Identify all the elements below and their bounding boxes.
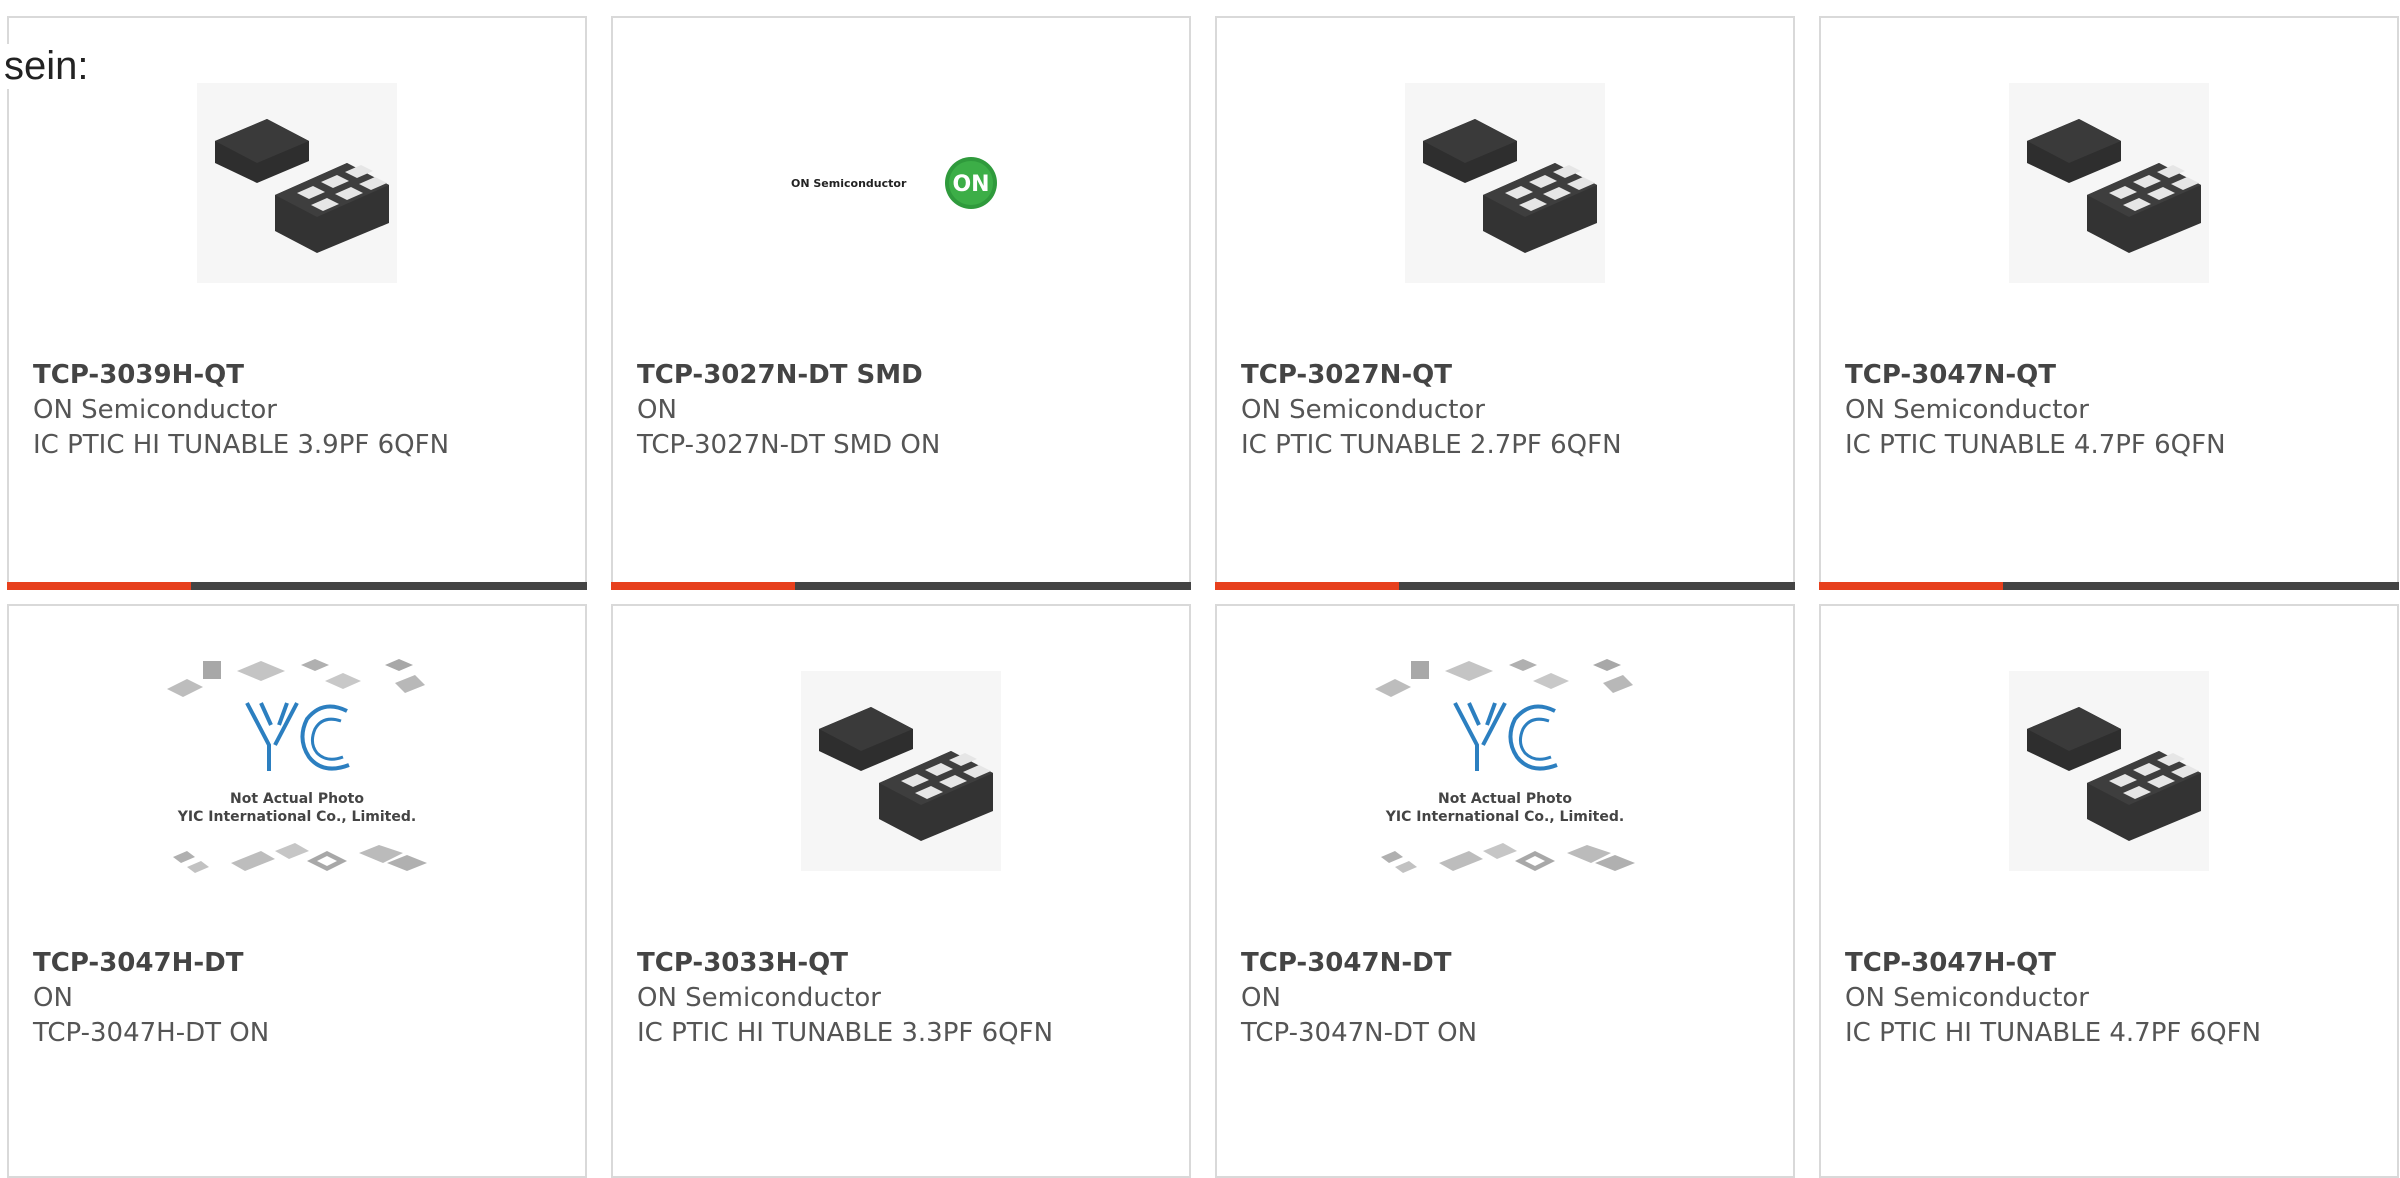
qfn-chip-icon (197, 83, 397, 283)
product-image[interactable] (1821, 78, 2397, 288)
product-image[interactable]: Not Actual Photo YIC International Co., … (9, 659, 585, 876)
product-info: TCP-3039H-QT ON Semiconductor IC PTIC HI… (33, 358, 573, 463)
product-manufacturer: ON (637, 395, 677, 425)
product-description: IC PTIC TUNABLE 4.7PF 6QFN (1845, 430, 2226, 460)
card-bar-accent (1819, 582, 2003, 590)
product-card[interactable]: Not Actual Photo YIC International Co., … (7, 604, 587, 1178)
product-card[interactable]: TCP-3047H-QT ON Semiconductor IC PTIC HI… (1819, 604, 2399, 1178)
product-card[interactable]: TCP-3027N-QT ON Semiconductor IC PTIC TU… (1215, 16, 1795, 590)
product-description: IC PTIC HI TUNABLE 3.9PF 6QFN (33, 430, 450, 460)
card-progress-bar (1215, 582, 1795, 590)
product-info: TCP-3047H-QT ON Semiconductor IC PTIC HI… (1845, 946, 2385, 1051)
card-bar-accent (1215, 582, 1399, 590)
product-manufacturer: ON Semiconductor (1241, 395, 1485, 425)
placeholder-line2: YIC International Co., Limited. (1385, 809, 1624, 825)
product-part-number[interactable]: TCP-3047H-QT (1845, 946, 2385, 981)
card-progress-bar (7, 582, 587, 590)
product-part-number[interactable]: TCP-3047N-QT (1845, 358, 2385, 393)
product-description: IC PTIC HI TUNABLE 3.3PF 6QFN (637, 1018, 1054, 1048)
product-card[interactable]: TCP-3033H-QT ON Semiconductor IC PTIC HI… (611, 604, 1191, 1178)
product-info: TCP-3047N-DT ON TCP-3047N-DT ON (1241, 946, 1781, 1051)
product-card[interactable]: Not Actual Photo YIC International Co., … (1215, 604, 1795, 1178)
product-image[interactable] (9, 78, 585, 288)
qfn-chip-icon (2009, 83, 2209, 283)
product-image[interactable] (1821, 666, 2397, 876)
product-part-number[interactable]: TCP-3039H-QT (33, 358, 573, 393)
card-progress-bar (611, 582, 1191, 590)
placeholder-line1: Not Actual Photo (230, 791, 364, 807)
product-image[interactable]: Not Actual Photo YIC International Co., … (1217, 659, 1793, 876)
product-card[interactable]: TCP-3047N-QT ON Semiconductor IC PTIC TU… (1819, 16, 2399, 590)
product-info: TCP-3027N-QT ON Semiconductor IC PTIC TU… (1241, 358, 1781, 463)
product-card[interactable]: TCP-3039H-QT ON Semiconductor IC PTIC HI… (7, 16, 587, 590)
qfn-chip-icon (1405, 83, 1605, 283)
product-image[interactable] (1217, 78, 1793, 288)
product-description: IC PTIC HI TUNABLE 4.7PF 6QFN (1845, 1018, 2262, 1048)
intro-text: sein: (0, 44, 97, 89)
placeholder-photo-icon: Not Actual Photo YIC International Co., … (167, 659, 427, 873)
product-part-number[interactable]: TCP-3033H-QT (637, 946, 1177, 981)
qfn-chip-icon (2009, 671, 2209, 871)
product-part-number[interactable]: TCP-3047H-DT (33, 946, 573, 981)
product-grid: TCP-3039H-QT ON Semiconductor IC PTIC HI… (7, 16, 2399, 1178)
product-manufacturer: ON Semiconductor (637, 983, 881, 1013)
logo-text: ON Semiconductor (791, 177, 907, 190)
product-info: TCP-3027N-DT SMD ON TCP-3027N-DT SMD ON (637, 358, 1177, 463)
product-image[interactable]: ON Semiconductor ON (613, 78, 1189, 288)
product-manufacturer: ON Semiconductor (33, 395, 277, 425)
product-image[interactable] (613, 666, 1189, 876)
product-info: TCP-3047H-DT ON TCP-3047H-DT ON (33, 946, 573, 1051)
on-semiconductor-logo-icon: ON Semiconductor ON (791, 157, 997, 209)
card-progress-bar (1819, 582, 2399, 590)
product-manufacturer: ON (33, 983, 73, 1013)
card-bar-accent (7, 582, 191, 590)
product-info: TCP-3033H-QT ON Semiconductor IC PTIC HI… (637, 946, 1177, 1051)
product-description: TCP-3047H-DT ON (33, 1018, 270, 1048)
product-manufacturer: ON (1241, 983, 1281, 1013)
product-part-number[interactable]: TCP-3027N-DT SMD (637, 358, 1177, 393)
placeholder-line1: Not Actual Photo (1438, 791, 1572, 807)
card-bar-accent (611, 582, 795, 590)
product-part-number[interactable]: TCP-3047N-DT (1241, 946, 1781, 981)
product-info: TCP-3047N-QT ON Semiconductor IC PTIC TU… (1845, 358, 2385, 463)
product-description: IC PTIC TUNABLE 2.7PF 6QFN (1241, 430, 1622, 460)
qfn-chip-icon (801, 671, 1001, 871)
product-card[interactable]: ON Semiconductor ON TCP-3027N-DT SMD ON … (611, 16, 1191, 590)
product-manufacturer: ON Semiconductor (1845, 395, 2089, 425)
placeholder-photo-icon: Not Actual Photo YIC International Co., … (1375, 659, 1635, 873)
product-manufacturer: ON Semiconductor (1845, 983, 2089, 1013)
product-description: TCP-3027N-DT SMD ON (637, 430, 941, 460)
logo-badge: ON (952, 172, 989, 197)
product-description: TCP-3047N-DT ON (1241, 1018, 1478, 1048)
product-part-number[interactable]: TCP-3027N-QT (1241, 358, 1781, 393)
placeholder-line2: YIC International Co., Limited. (177, 809, 416, 825)
